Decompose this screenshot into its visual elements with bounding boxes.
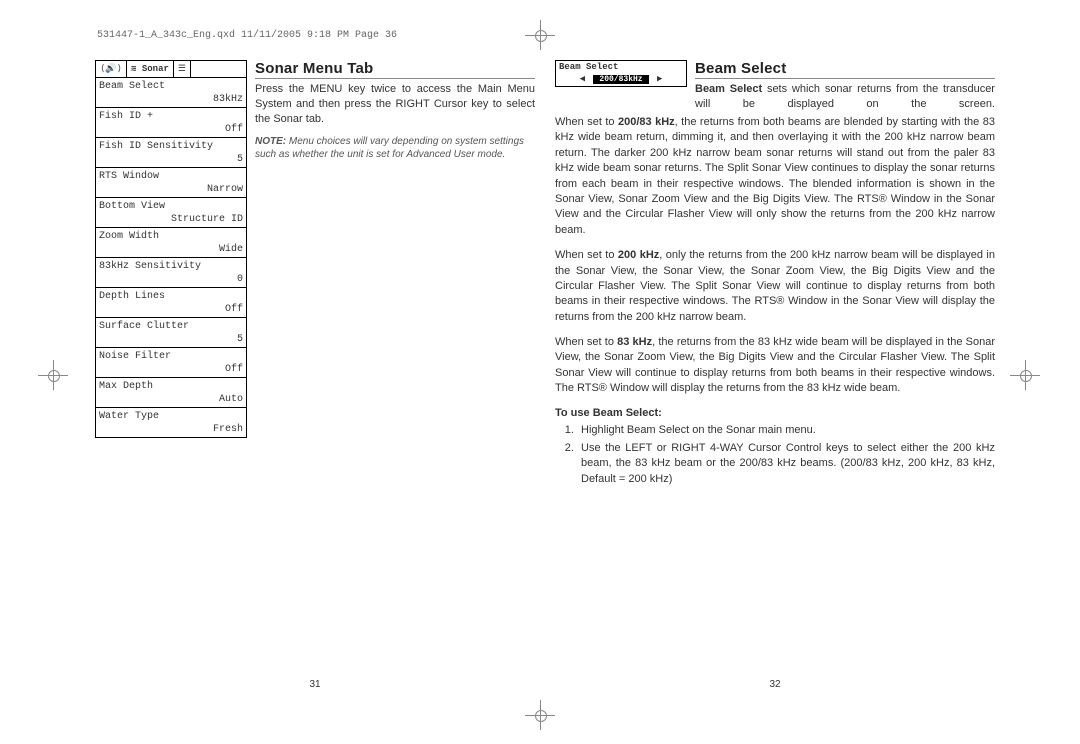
crop-mark-right (1010, 360, 1040, 390)
page-right: Beam Select ◀ 200/83kHz ▶ Beam Select Be… (555, 60, 995, 690)
tab-setup: ☰ (174, 61, 191, 77)
tab-alarms: ⟨🔊⟩ (96, 61, 127, 77)
menu-row-bottom-view: Bottom ViewStructure ID (96, 198, 246, 228)
sonar-tab-bar: ⟨🔊⟩ ≋ Sonar ☰ (96, 61, 246, 78)
menu-row-fish-id-sens: Fish ID Sensitivity5 (96, 138, 246, 168)
para-83: When set to 83 kHz, the returns from the… (555, 335, 995, 397)
menu-row-fish-id: Fish ID +Off (96, 108, 246, 138)
para-200-83: When set to 200/83 kHz, the returns from… (555, 115, 995, 238)
menu-row-zoom-width: Zoom WidthWide (96, 228, 246, 258)
note-text: NOTE: Menu choices will vary depending o… (255, 135, 535, 161)
step-1: Highlight Beam Select on the Sonar main … (577, 423, 995, 438)
menu-row-water-type: Water TypeFresh (96, 408, 246, 437)
menu-row-max-depth: Max DepthAuto (96, 378, 246, 408)
menu-row-depth-lines: Depth LinesOff (96, 288, 246, 318)
beam-select-intro: Beam Select sets which sonar returns fro… (695, 82, 995, 112)
menu-row-rts: RTS WindowNarrow (96, 168, 246, 198)
page-number-right: 32 (555, 679, 995, 690)
menu-row-surface-clutter: Surface Clutter5 (96, 318, 246, 348)
page-number-left: 31 (95, 679, 535, 690)
page-left: ⟨🔊⟩ ≋ Sonar ☰ Beam Select83kHz Fish ID +… (95, 60, 535, 690)
heading-sonar-menu-tab: Sonar Menu Tab (255, 60, 535, 79)
beam-select-screenshot: Beam Select ◀ 200/83kHz ▶ (555, 60, 687, 87)
menu-row-beam-select: Beam Select83kHz (96, 78, 246, 108)
heading-beam-select: Beam Select (695, 60, 995, 79)
sonar-menu-screenshot: ⟨🔊⟩ ≋ Sonar ☰ Beam Select83kHz Fish ID +… (95, 60, 247, 438)
crop-mark-left (38, 360, 68, 390)
arrow-right-icon: ▶ (654, 74, 665, 84)
sub-head-to-use: To use Beam Select: (555, 407, 995, 419)
crop-mark-bottom (525, 700, 555, 730)
body-sonar-menu: Press the MENU key twice to access the M… (255, 82, 535, 127)
step-2: Use the LEFT or RIGHT 4-WAY Cursor Contr… (577, 441, 995, 487)
menu-row-noise-filter: Noise FilterOff (96, 348, 246, 378)
steps-list: Highlight Beam Select on the Sonar main … (555, 423, 995, 488)
beam-box-title: Beam Select (556, 61, 686, 73)
tab-sonar: ≋ Sonar (127, 61, 174, 77)
beam-box-value: ◀ 200/83kHz ▶ (556, 73, 686, 86)
file-slug: 531447-1_A_343c_Eng.qxd 11/11/2005 9:18 … (97, 30, 397, 41)
para-200: When set to 200 kHz, only the returns fr… (555, 248, 995, 325)
arrow-left-icon: ◀ (577, 74, 588, 84)
menu-row-83khz-sens: 83kHz Sensitivity0 (96, 258, 246, 288)
crop-mark-top (525, 20, 555, 50)
